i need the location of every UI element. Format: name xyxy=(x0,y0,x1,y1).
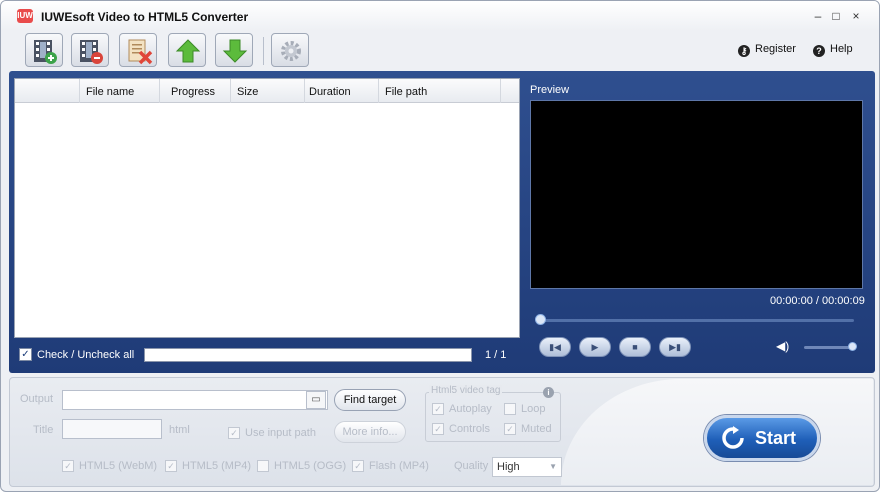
column-file-path[interactable]: File path xyxy=(379,79,501,103)
refresh-icon xyxy=(722,426,744,449)
remove-video-button[interactable] xyxy=(71,33,109,67)
timecode: 00:00:00 / 00:00:09 xyxy=(770,295,865,307)
quality-select[interactable]: High ▼ xyxy=(492,457,562,477)
move-up-button[interactable] xyxy=(168,33,206,67)
stop-button[interactable]: ■ xyxy=(619,337,651,357)
flash-checkbox[interactable]: ✓ xyxy=(352,460,364,472)
file-list-header: File name Progress Size Duration File pa… xyxy=(15,79,519,103)
column-progress[interactable]: Progress xyxy=(165,79,231,103)
use-input-path-checkbox[interactable]: ✓ xyxy=(228,427,240,439)
arrow-down-icon xyxy=(222,39,248,63)
register-link[interactable]: ⚷ Register xyxy=(738,43,796,57)
skip-forward-icon: ▶▮ xyxy=(669,342,681,352)
autoplay-checkbox[interactable]: ✓ xyxy=(432,403,444,415)
volume-icon[interactable]: ◀) xyxy=(776,339,789,353)
more-info-button[interactable]: More info... xyxy=(334,421,406,443)
output-label: Output xyxy=(20,393,54,405)
webm-checkbox[interactable]: ✓ xyxy=(62,460,74,472)
title-bar: IUW IUWEsoft Video to HTML5 Converter – … xyxy=(1,1,879,31)
move-down-button[interactable] xyxy=(215,33,253,67)
overall-progress-bar xyxy=(144,348,472,362)
webm-label: HTML5 (WebM) xyxy=(79,460,158,472)
page-indicator: 1 / 1 xyxy=(485,349,507,361)
play-icon: ▶ xyxy=(591,342,599,352)
play-button[interactable]: ▶ xyxy=(579,337,611,357)
flash-label: Flash (MP4) xyxy=(369,460,429,472)
column-duration[interactable]: Duration xyxy=(303,79,379,103)
autoplay-label: Autoplay xyxy=(449,403,492,415)
help-icon: ? xyxy=(813,45,825,57)
skip-back-icon: ▮◀ xyxy=(549,342,561,352)
gear-icon xyxy=(281,41,301,61)
start-label: Start xyxy=(755,428,797,448)
seek-bar[interactable] xyxy=(536,319,854,322)
clear-list-icon xyxy=(128,39,153,65)
arrow-up-icon xyxy=(175,39,201,63)
previous-button[interactable]: ▮◀ xyxy=(539,337,571,357)
help-label: Help xyxy=(830,43,853,55)
html5-tag-title: Html5 video tag xyxy=(429,385,503,396)
film-add-icon xyxy=(34,40,57,64)
film-remove-icon xyxy=(80,40,103,64)
column-filler xyxy=(501,79,519,103)
stop-icon: ■ xyxy=(632,342,638,352)
app-window: IUW IUWEsoft Video to HTML5 Converter – … xyxy=(0,0,880,492)
column-size[interactable]: Size xyxy=(231,79,305,103)
seek-handle[interactable] xyxy=(535,314,546,325)
minimize-button[interactable]: – xyxy=(809,7,827,25)
column-file-name[interactable]: File name xyxy=(80,79,160,103)
ogg-checkbox[interactable] xyxy=(257,460,269,472)
start-button[interactable]: Start xyxy=(704,415,820,461)
add-video-button[interactable] xyxy=(25,33,63,67)
ogg-label: HTML5 (OGG) xyxy=(274,460,347,472)
volume-slider[interactable] xyxy=(804,346,852,349)
close-button[interactable]: × xyxy=(847,7,865,25)
controls-checkbox[interactable]: ✓ xyxy=(432,423,444,435)
quality-value: High xyxy=(497,461,520,473)
maximize-button[interactable]: □ xyxy=(827,7,845,25)
loop-checkbox[interactable] xyxy=(504,403,516,415)
title-label: Title xyxy=(33,424,54,436)
volume-handle[interactable] xyxy=(848,342,857,351)
settings-button[interactable] xyxy=(271,33,309,67)
check-all-label: Check / Uncheck all xyxy=(37,349,135,361)
controls-label: Controls xyxy=(449,423,490,435)
use-input-path-label: Use input path xyxy=(245,427,316,439)
preview-label: Preview xyxy=(530,84,570,96)
file-list[interactable]: File name Progress Size Duration File pa… xyxy=(14,78,520,338)
loop-label: Loop xyxy=(521,403,546,415)
find-target-button[interactable]: Find target xyxy=(334,389,406,411)
clear-list-button[interactable] xyxy=(119,33,157,67)
browse-folder-button[interactable]: ▭ xyxy=(306,391,326,409)
muted-label: Muted xyxy=(521,423,552,435)
key-icon: ⚷ xyxy=(738,45,750,57)
muted-checkbox[interactable]: ✓ xyxy=(504,423,516,435)
chevron-down-icon: ▼ xyxy=(549,462,557,471)
info-icon[interactable]: i xyxy=(543,387,554,398)
mp4-checkbox[interactable]: ✓ xyxy=(165,460,177,472)
column-check[interactable] xyxy=(15,79,80,103)
help-link[interactable]: ? Help xyxy=(813,43,853,57)
check-all-checkbox[interactable]: ✓ xyxy=(19,348,32,361)
folder-icon: ▭ xyxy=(311,394,321,405)
mp4-label: HTML5 (MP4) xyxy=(182,460,252,472)
output-path-input[interactable] xyxy=(62,390,328,410)
preview-screen xyxy=(530,100,863,289)
next-button[interactable]: ▶▮ xyxy=(659,337,691,357)
register-label: Register xyxy=(755,43,796,55)
toolbar-separator xyxy=(263,37,264,65)
app-logo-icon: IUW xyxy=(17,9,33,23)
window-title: IUWEsoft Video to HTML5 Converter xyxy=(41,10,249,24)
title-suffix: html xyxy=(169,424,190,436)
title-input[interactable] xyxy=(62,419,162,439)
quality-label: Quality xyxy=(454,460,489,472)
